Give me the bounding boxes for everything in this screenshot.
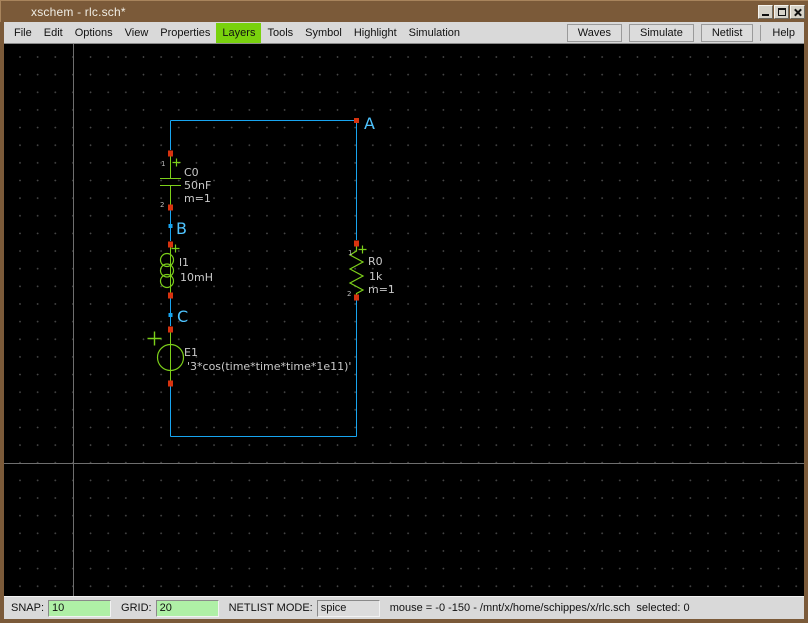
menu-layers[interactable]: Layers [216, 22, 262, 43]
window-border-left [0, 22, 4, 623]
maximize-button[interactable] [774, 5, 789, 19]
close-icon [791, 6, 804, 18]
window-border-right [804, 22, 808, 623]
menu-separator [760, 25, 762, 41]
source-plus-icon [147, 331, 162, 346]
menu-simulation[interactable]: Simulation [403, 23, 466, 43]
xschem-window: xschem - rlc.sch* File Edit Options View… [0, 0, 808, 623]
menu-highlight[interactable]: Highlight [348, 23, 403, 43]
netlist-mode-input[interactable] [316, 599, 380, 617]
menu-edit[interactable]: Edit [38, 23, 69, 43]
pin-src-1 [168, 326, 173, 333]
minimize-icon [762, 14, 769, 16]
menu-tools[interactable]: Tools [261, 23, 299, 43]
source-symbol[interactable] [147, 329, 185, 383]
window-border-bottom [0, 619, 808, 623]
menu-properties[interactable]: Properties [154, 23, 216, 43]
netlist-mode-label: NETLIST MODE: [228, 602, 313, 614]
waves-button[interactable]: Waves [566, 24, 623, 42]
window-controls [758, 5, 805, 19]
netlist-button[interactable]: Netlist [700, 24, 754, 42]
simulate-button[interactable]: Simulate [629, 24, 694, 42]
menu-symbol[interactable]: Symbol [299, 23, 348, 43]
pin-cap-2 [168, 204, 173, 211]
pin-node-a [354, 118, 359, 123]
inductor-ref: l1 [179, 256, 189, 269]
pin-res-1 [354, 240, 359, 247]
capacitor-plus-icon [172, 158, 181, 167]
capacitor-pin2-number: 2 [160, 201, 164, 209]
resistor-mult: m=1 [368, 283, 395, 296]
menubar-buttons: Waves Simulate Netlist Help [566, 22, 802, 44]
snap-label: SNAP: [11, 602, 45, 614]
resistor-plus-icon [358, 245, 367, 254]
statusbar: SNAP: GRID: NETLIST MODE: mouse = -0 -15… [4, 596, 804, 619]
source-ref: E1 [184, 346, 198, 359]
resistor-symbol[interactable] [348, 243, 367, 297]
source-value: '3*cos(time*time*time*1e11)' [187, 360, 351, 373]
menubar: File Edit Options View Properties Layers… [4, 22, 804, 44]
resistor-pin1-number: 1 [348, 249, 352, 257]
window-title: xschem - rlc.sch* [31, 4, 126, 19]
snap-input[interactable] [48, 599, 112, 617]
schematic-canvas[interactable]: A B C C0 50nF m=1 1 2 l1 10mH E1 '3*cos(… [4, 44, 804, 596]
pin-res-2 [354, 294, 359, 301]
resistor-pin2-number: 2 [347, 290, 351, 298]
node-label-c[interactable]: C [177, 307, 188, 326]
close-button[interactable] [790, 5, 805, 19]
node-label-b[interactable]: B [176, 219, 187, 238]
status-message: mouse = -0 -150 - /mnt/x/home/schippes/x… [389, 602, 690, 614]
capacitor-pin1-number: 1 [161, 160, 165, 168]
pin-ind-2 [168, 292, 173, 299]
grid-input[interactable] [155, 599, 219, 617]
titlebar[interactable]: xschem - rlc.sch* [0, 0, 808, 22]
pin-ind-1 [168, 241, 173, 248]
inductor-symbol[interactable] [159, 244, 180, 295]
resistor-value: 1k [369, 270, 383, 283]
menu-file[interactable]: File [8, 23, 38, 43]
minimize-button[interactable] [758, 5, 773, 19]
pin-src-2 [168, 380, 173, 387]
capacitor-mult: m=1 [184, 192, 211, 205]
menu-help[interactable]: Help [765, 23, 802, 43]
node-label-a[interactable]: A [364, 114, 375, 133]
maximize-icon [777, 8, 786, 16]
axis-lines [4, 44, 804, 596]
menu-options[interactable]: Options [69, 23, 119, 43]
grid-label: GRID: [121, 602, 152, 614]
schematic-drawing: A B C C0 50nF m=1 1 2 l1 10mH E1 '3*cos(… [4, 44, 804, 596]
capacitor-value: 50nF [184, 179, 211, 192]
pin-cap-1 [168, 150, 173, 157]
inductor-value: 10mH [180, 271, 213, 284]
capacitor-ref: C0 [184, 166, 199, 179]
menu-view[interactable]: View [119, 23, 155, 43]
resistor-ref: R0 [368, 255, 383, 268]
